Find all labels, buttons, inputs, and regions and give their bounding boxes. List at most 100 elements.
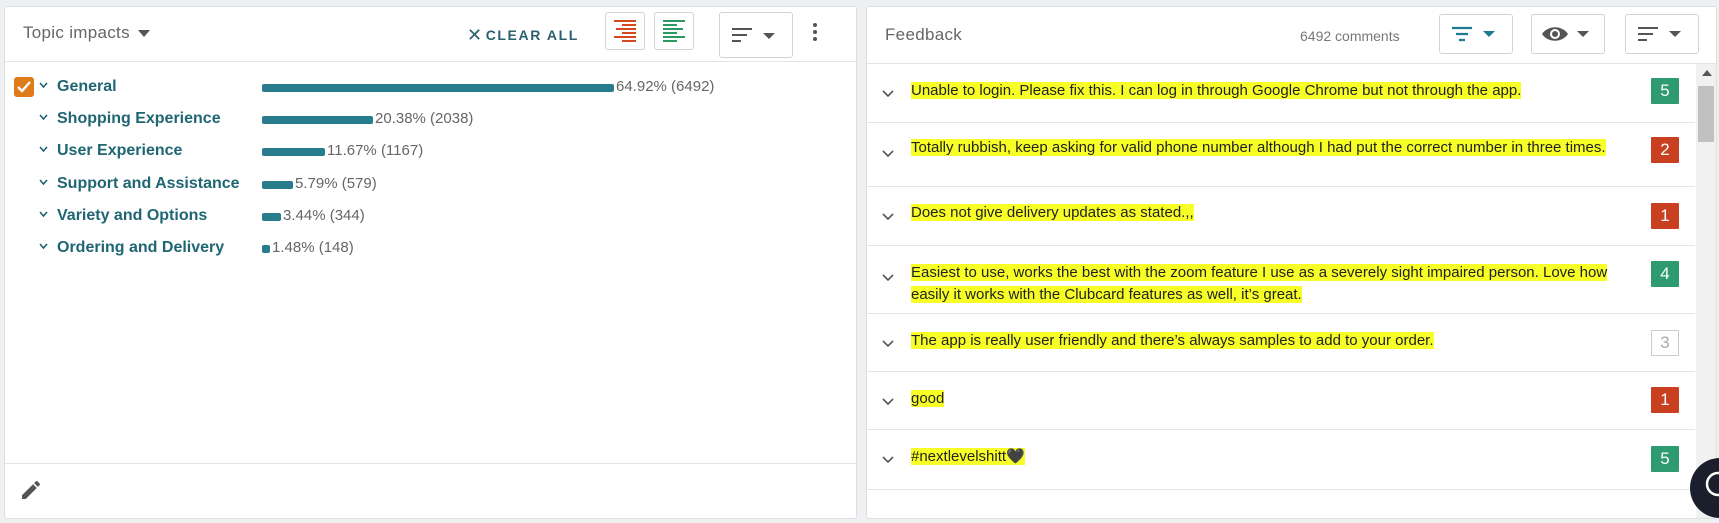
topic-bar xyxy=(262,213,281,221)
topic-percent: 64.92% xyxy=(616,78,667,95)
feedback-scrollbar[interactable] xyxy=(1696,64,1716,518)
feedback-row[interactable]: Easiest to use, works the best with the … xyxy=(867,246,1695,314)
chat-glyph xyxy=(1705,471,1719,497)
topic-label[interactable]: General xyxy=(57,78,117,96)
check-icon xyxy=(17,81,31,93)
feedback-highlight: Easiest to use, works the best with the … xyxy=(911,264,1608,303)
topic-label[interactable]: User Experience xyxy=(57,142,182,160)
chevron-down-icon[interactable] xyxy=(39,178,48,187)
feedback-text: Does not give delivery updates as stated… xyxy=(911,202,1611,224)
score-badge: 5 xyxy=(1651,446,1679,472)
align-left-icon xyxy=(663,20,685,42)
feedback-text: Unable to login. Please fix this. I can … xyxy=(911,80,1611,102)
topic-value: 11.67% (1167) xyxy=(327,142,423,159)
topic-impacts-dropdown[interactable]: Topic impacts xyxy=(23,23,150,43)
topic-impacts-header: Topic impacts ✕ CLEAR ALL xyxy=(5,7,856,62)
topic-value: 1.48% (148) xyxy=(272,239,354,256)
chevron-down-icon[interactable] xyxy=(882,456,894,464)
sort-icon xyxy=(732,28,775,42)
sort-icon xyxy=(1638,27,1681,41)
visibility-button[interactable] xyxy=(1531,14,1605,54)
feedback-row[interactable]: #nextlevelshitt🖤 5 xyxy=(867,430,1695,490)
kebab-icon[interactable] xyxy=(812,23,818,44)
feedback-text: Easiest to use, works the best with the … xyxy=(911,262,1611,306)
topic-label[interactable]: Variety and Options xyxy=(57,207,207,225)
topic-percent: 11.67% xyxy=(327,142,377,159)
feedback-row[interactable]: good 1 xyxy=(867,372,1695,430)
topic-row[interactable]: Support and Assistance 5.79% (579) xyxy=(5,170,845,200)
topic-value: 64.92% (6492) xyxy=(616,78,714,95)
chevron-down-icon[interactable] xyxy=(882,340,894,348)
align-left-button[interactable] xyxy=(654,12,694,50)
feedback-row[interactable]: Totally rubbish, keep asking for valid p… xyxy=(867,123,1695,187)
feedback-text: Totally rubbish, keep asking for valid p… xyxy=(911,137,1611,159)
chevron-down-icon[interactable] xyxy=(39,81,48,90)
topic-impacts-title: Topic impacts xyxy=(23,23,130,42)
topic-value: 3.44% (344) xyxy=(283,207,365,224)
feedback-highlight: Totally rubbish, keep asking for valid p… xyxy=(911,139,1606,156)
feedback-header: Feedback 6492 comments xyxy=(867,7,1716,64)
topic-row[interactable]: General 64.92% (6492) xyxy=(5,73,845,103)
topic-bar xyxy=(262,148,325,156)
topic-row[interactable]: Variety and Options 3.44% (344) xyxy=(5,202,845,232)
chevron-down-icon[interactable] xyxy=(882,90,894,98)
chevron-down-icon[interactable] xyxy=(39,210,48,219)
feedback-row[interactable]: The app is really user friendly and ther… xyxy=(867,314,1695,372)
topic-bar xyxy=(262,84,614,92)
sort-feedback-button[interactable] xyxy=(1625,14,1699,54)
chevron-down-icon[interactable] xyxy=(882,150,894,158)
feedback-highlight: Does not give delivery updates as stated… xyxy=(911,204,1194,221)
topic-label[interactable]: Shopping Experience xyxy=(57,110,221,128)
feedback-row[interactable]: Unable to login. Please fix this. I can … xyxy=(867,64,1695,123)
eye-icon xyxy=(1542,27,1589,41)
feedback-text: The app is really user friendly and ther… xyxy=(911,330,1611,352)
feedback-panel: Feedback 6492 comments Unable to login. … xyxy=(866,6,1717,519)
comments-count: 6492 comments xyxy=(1300,28,1400,44)
chevron-down-icon[interactable] xyxy=(882,274,894,282)
topic-bar xyxy=(262,181,293,189)
score-badge: 1 xyxy=(1651,203,1679,229)
topic-bar xyxy=(262,245,270,253)
clear-all-button[interactable]: ✕ CLEAR ALL xyxy=(467,25,579,46)
topic-impacts-footer xyxy=(5,463,856,518)
topic-count: (579) xyxy=(341,175,377,192)
caret-down-icon xyxy=(137,30,150,38)
topic-percent: 1.48% xyxy=(272,239,315,256)
align-right-icon xyxy=(614,20,636,42)
align-right-button[interactable] xyxy=(605,12,645,50)
score-badge: 5 xyxy=(1651,78,1679,104)
topic-bar xyxy=(262,116,373,124)
topic-count: (1167) xyxy=(380,142,424,159)
chevron-down-icon[interactable] xyxy=(39,242,48,251)
close-icon: ✕ xyxy=(467,25,484,45)
feedback-highlight: #nextlevelshitt🖤 xyxy=(911,448,1025,465)
topic-count: (148) xyxy=(318,239,354,256)
feedback-row[interactable]: Does not give delivery updates as stated… xyxy=(867,187,1695,246)
topic-row[interactable]: Ordering and Delivery 1.48% (148) xyxy=(5,234,845,264)
topic-percent: 3.44% xyxy=(283,207,326,224)
topic-row[interactable]: User Experience 11.67% (1167) xyxy=(5,137,845,167)
topic-value: 20.38% (2038) xyxy=(375,110,473,127)
chevron-down-icon[interactable] xyxy=(882,398,894,406)
feedback-text: #nextlevelshitt🖤 xyxy=(911,446,1611,468)
topic-row[interactable]: Shopping Experience 20.38% (2038) xyxy=(5,105,845,135)
topic-count: (344) xyxy=(329,207,365,224)
topic-impacts-panel: Topic impacts ✕ CLEAR ALL General 64.92%… xyxy=(4,6,857,519)
chevron-down-icon[interactable] xyxy=(882,213,894,221)
topic-label[interactable]: Ordering and Delivery xyxy=(57,239,224,257)
feedback-title: Feedback xyxy=(885,25,963,44)
filter-button[interactable] xyxy=(1439,14,1513,54)
scroll-thumb[interactable] xyxy=(1698,86,1714,142)
topic-checkbox[interactable] xyxy=(14,77,34,97)
topic-count: (6492) xyxy=(671,78,715,95)
score-badge: 4 xyxy=(1651,261,1679,287)
chat-icon[interactable] xyxy=(1690,458,1719,518)
chevron-down-icon[interactable] xyxy=(39,113,48,122)
chevron-down-icon[interactable] xyxy=(39,145,48,154)
topic-percent: 20.38% xyxy=(375,110,426,127)
sort-button[interactable] xyxy=(719,12,793,58)
pencil-icon[interactable] xyxy=(19,478,43,502)
feedback-highlight: The app is really user friendly and ther… xyxy=(911,332,1434,349)
scroll-up-icon[interactable] xyxy=(1702,70,1712,76)
topic-label[interactable]: Support and Assistance xyxy=(57,175,240,193)
